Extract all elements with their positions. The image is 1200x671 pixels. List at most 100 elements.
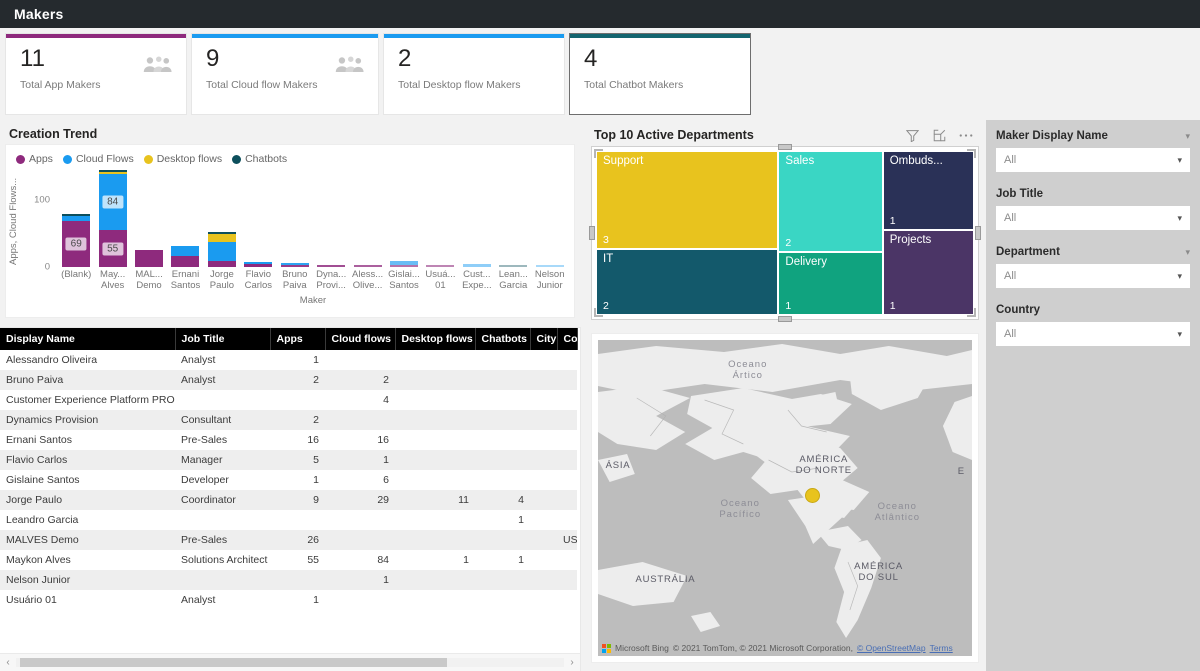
scrollbar-track[interactable] bbox=[16, 658, 564, 667]
table-row[interactable]: Alessandro OliveiraAnalyst1 bbox=[0, 350, 577, 370]
top-departments-visual[interactable]: Top 10 Active Departments bbox=[586, 120, 984, 324]
bar-stack[interactable] bbox=[536, 265, 564, 267]
legend-item-chatbots[interactable]: Chatbots bbox=[232, 153, 287, 165]
bar-series-container[interactable]: 695584 bbox=[58, 167, 568, 267]
bar-stack[interactable] bbox=[281, 263, 309, 267]
treemap-cell-sales[interactable]: Sales 2 bbox=[779, 152, 881, 251]
resize-handle-left[interactable] bbox=[589, 226, 595, 240]
treemap-cell-support[interactable]: Support 3 bbox=[597, 152, 777, 248]
bar-segment-chatbots[interactable] bbox=[208, 232, 236, 235]
table-column-header[interactable]: City bbox=[530, 328, 557, 350]
chevron-left-icon[interactable]: ‹ bbox=[0, 657, 16, 668]
bar-stack[interactable] bbox=[463, 264, 491, 267]
terms-link[interactable]: Terms bbox=[930, 643, 953, 653]
table-row[interactable]: Usuário 01Analyst1 bbox=[0, 590, 577, 610]
x-axis-label[interactable]: JorgePaulo bbox=[204, 269, 240, 291]
bar-column[interactable]: 69 bbox=[58, 167, 94, 267]
slicer-header[interactable]: Country bbox=[996, 304, 1190, 316]
chevron-down-icon[interactable]: ▾ bbox=[1177, 330, 1182, 339]
bar-segment-cloud-flows[interactable]: 84 bbox=[99, 174, 127, 230]
treemap-cells[interactable]: Support 3IT 2Sales 2Delivery 1Ombuds... … bbox=[597, 152, 973, 314]
treemap-cell-projects[interactable]: Projects 1 bbox=[884, 231, 973, 314]
kpi-card-4[interactable]: 4 Total Chatbot Makers bbox=[570, 34, 750, 114]
x-axis-label[interactable]: Dyna...Provi... bbox=[313, 269, 349, 291]
treemap-cell-ombuds[interactable]: Ombuds... 1 bbox=[884, 152, 973, 229]
legend-item-desktop-flows[interactable]: Desktop flows bbox=[144, 153, 222, 165]
bar-column[interactable] bbox=[531, 167, 567, 267]
resize-handle-bottom[interactable] bbox=[778, 316, 792, 322]
bar-segment-apps[interactable]: 55 bbox=[99, 230, 127, 267]
bar-stack[interactable] bbox=[317, 265, 345, 267]
bar-column[interactable] bbox=[313, 167, 349, 267]
bar-column[interactable] bbox=[131, 167, 167, 267]
slicer-country[interactable]: Country All ▾ bbox=[996, 304, 1190, 346]
bar-stack[interactable] bbox=[171, 246, 199, 267]
kpi-card-3[interactable]: 2 Total Desktop flow Makers bbox=[384, 34, 564, 114]
bar-segment-apps[interactable] bbox=[281, 265, 309, 267]
slicer-dropdown[interactable]: All ▾ bbox=[996, 322, 1190, 346]
table-row[interactable]: Nelson Junior1 bbox=[0, 570, 577, 590]
creation-trend-visual[interactable]: Creation Trend Apps Cloud Flows Desktop … bbox=[0, 120, 580, 324]
bar-stack[interactable] bbox=[499, 265, 527, 267]
bar-stack[interactable] bbox=[135, 250, 163, 267]
x-axis-label[interactable]: Aless...Olive... bbox=[349, 269, 385, 291]
scrollbar-thumb[interactable] bbox=[20, 658, 447, 667]
x-axis-label[interactable]: ErnaniSantos bbox=[167, 269, 203, 291]
chevron-down-icon[interactable]: ▾ bbox=[1177, 272, 1182, 281]
bar-segment-cloud-flows[interactable] bbox=[62, 216, 90, 221]
bar-segment-cloud-flows[interactable] bbox=[281, 263, 309, 265]
table-column-header[interactable]: Desktop flows bbox=[395, 328, 475, 350]
bar-stack[interactable] bbox=[354, 265, 382, 267]
more-options-icon[interactable] bbox=[956, 126, 976, 144]
bar-column[interactable]: 5584 bbox=[94, 167, 130, 267]
bar-column[interactable] bbox=[204, 167, 240, 267]
map-canvas[interactable]: OceanoÁrticoÁSIAAMÉRICADO NORTEOceanoPac… bbox=[598, 340, 972, 656]
bar-segment-cloud-flows[interactable] bbox=[536, 265, 564, 267]
table-column-header[interactable]: Display Name bbox=[0, 328, 175, 350]
slicer-dropdown[interactable]: All ▾ bbox=[996, 206, 1190, 230]
table-horizontal-scrollbar[interactable]: ‹ › bbox=[0, 653, 580, 671]
slicer-header[interactable]: Department ▾ bbox=[996, 246, 1190, 258]
table-row[interactable]: Bruno PaivaAnalyst22 bbox=[0, 370, 577, 390]
kpi-card-2[interactable]: 9 Total Cloud flow Makers bbox=[192, 34, 378, 114]
x-axis-labels[interactable]: (Blank)May...AlvesMAL...DemoErnaniSantos… bbox=[58, 269, 568, 291]
bar-segment-apps[interactable] bbox=[390, 265, 418, 267]
bar-segment-apps[interactable] bbox=[317, 265, 345, 267]
bar-segment-apps[interactable] bbox=[354, 265, 382, 267]
makers-map-visual[interactable]: OceanoÁrticoÁSIAAMÉRICADO NORTEOceanoPac… bbox=[586, 328, 984, 671]
filters-pane[interactable]: Maker Display Name ▾ All ▾ Job Title All… bbox=[986, 120, 1200, 671]
slicer-header[interactable]: Job Title bbox=[996, 188, 1190, 200]
treemap-cell-it[interactable]: IT 2 bbox=[597, 250, 777, 314]
table-row[interactable]: Leandro Garcia1 bbox=[0, 510, 577, 530]
bar-column[interactable] bbox=[495, 167, 531, 267]
legend-item-apps[interactable]: Apps bbox=[16, 153, 53, 165]
bar-segment-apps[interactable] bbox=[244, 264, 272, 267]
chart-legend[interactable]: Apps Cloud Flows Desktop flows Chatbots bbox=[6, 145, 574, 165]
resize-handle-top[interactable] bbox=[778, 144, 792, 150]
bar-segment-chatbots[interactable] bbox=[99, 170, 127, 172]
slicer-job-title[interactable]: Job Title All ▾ bbox=[996, 188, 1190, 230]
bar-column[interactable] bbox=[422, 167, 458, 267]
bar-column[interactable] bbox=[459, 167, 495, 267]
bar-segment-apps[interactable] bbox=[135, 250, 163, 267]
bar-column[interactable] bbox=[167, 167, 203, 267]
table-body[interactable]: Alessandro OliveiraAnalyst1Bruno PaivaAn… bbox=[0, 350, 577, 610]
x-axis-label[interactable]: May...Alves bbox=[94, 269, 130, 291]
table-row[interactable]: Jorge PauloCoordinator929114 bbox=[0, 490, 577, 510]
bar-segment-apps[interactable]: 69 bbox=[62, 221, 90, 267]
x-axis-label[interactable]: (Blank) bbox=[58, 269, 94, 291]
x-axis-label[interactable]: Usuá...01 bbox=[422, 269, 458, 291]
bar-stack[interactable] bbox=[208, 232, 236, 267]
bar-stack[interactable]: 69 bbox=[62, 214, 90, 267]
chevron-down-icon[interactable]: ▾ bbox=[1185, 248, 1190, 257]
x-axis-label[interactable]: NelsonJunior bbox=[531, 269, 567, 291]
bar-segment-chatbots[interactable] bbox=[499, 265, 527, 267]
bar-stack[interactable] bbox=[390, 261, 418, 267]
x-axis-label[interactable]: BrunoPaiva bbox=[277, 269, 313, 291]
table-column-header[interactable]: Cloud flows bbox=[325, 328, 395, 350]
bar-segment-apps[interactable] bbox=[171, 256, 199, 267]
filter-icon[interactable] bbox=[902, 126, 922, 144]
table-row[interactable]: MALVES DemoPre-Sales26US bbox=[0, 530, 577, 550]
table-column-header[interactable]: Job Title bbox=[175, 328, 270, 350]
bar-segment-apps[interactable] bbox=[426, 265, 454, 267]
